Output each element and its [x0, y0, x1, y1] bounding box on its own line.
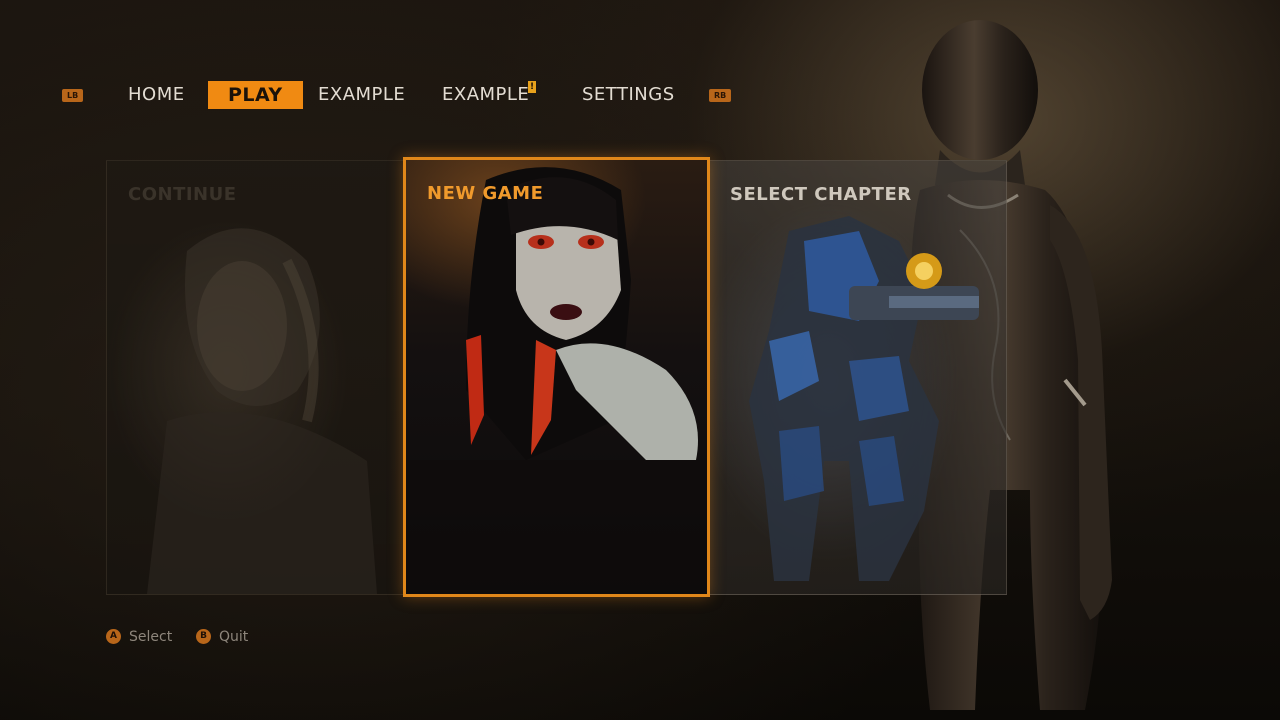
- notification-badge: !: [528, 81, 536, 93]
- select-chapter-card[interactable]: SELECT CHAPTER: [708, 160, 1007, 595]
- select-hint-label: Select: [129, 629, 173, 645]
- continue-title: CONTINUE: [128, 184, 237, 205]
- b-button-icon: B: [196, 629, 211, 644]
- select-chapter-card-artwork: [749, 216, 979, 581]
- a-button-icon: A: [106, 629, 121, 644]
- tab-play[interactable]: PLAY: [208, 81, 303, 109]
- play-menu-screen: LB HOME PLAY EXAMPLE EXAMPLE ! SETTINGS …: [0, 0, 1280, 720]
- rb-bumper-hint[interactable]: RB: [709, 89, 732, 102]
- tab-settings[interactable]: SETTINGS: [582, 81, 675, 109]
- continue-card[interactable]: CONTINUE: [106, 160, 407, 595]
- lb-bumper-hint[interactable]: LB: [62, 89, 84, 102]
- tab-example[interactable]: EXAMPLE: [318, 81, 405, 109]
- quit-hint-label: Quit: [219, 629, 249, 645]
- top-navigation: LB HOME PLAY EXAMPLE EXAMPLE ! SETTINGS …: [0, 78, 1280, 112]
- new-game-title: NEW GAME: [427, 183, 544, 204]
- continue-card-artwork: [147, 228, 377, 594]
- new-game-card-artwork: [406, 167, 707, 594]
- tab-home[interactable]: HOME: [128, 81, 185, 109]
- select-chapter-title: SELECT CHAPTER: [730, 184, 912, 205]
- new-game-card[interactable]: NEW GAME: [403, 157, 710, 597]
- tab-example-2[interactable]: EXAMPLE: [442, 81, 529, 109]
